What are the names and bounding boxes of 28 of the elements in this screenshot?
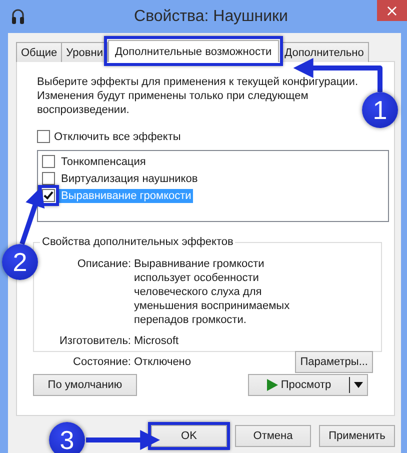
headphones-icon [11,8,25,26]
checkbox[interactable] [42,189,55,202]
checkbox[interactable] [42,172,55,185]
cancel-button[interactable]: Отмена [235,425,311,447]
settings-button[interactable]: Параметры... [295,351,373,373]
description-text: Выберите эффекты для применения к текущей конфигурации. Изменения будут применены только при следующем воспроизведении. [37,75,360,117]
tab[interactable]: Дополнительные возможности [108,40,279,62]
field-label: Изготовитель: [58,334,131,348]
checkbox[interactable] [42,155,55,168]
field-value: Отключено [134,355,192,369]
close-button[interactable]: × [377,0,407,21]
list-item[interactable]: Виртуализация наушников [59,172,200,186]
tab[interactable]: Общие [16,42,62,62]
group-title: Свойства дополнительных эффектов [40,236,236,249]
apply-button[interactable]: Применить [319,425,395,447]
field-label: Состояние: [72,355,131,369]
window-title: Свойства: Наушники [133,8,289,26]
field-value: Microsoft [134,334,180,348]
preview-split-button[interactable]: Просмотр [248,374,368,396]
checkbox[interactable] [37,130,50,143]
effects-list[interactable]: Тонкомпенсация Виртуализация наушников Выравнивание громкости [37,150,389,222]
default-button[interactable]: По умолчанию [33,374,137,396]
checkbox-label[interactable]: Отключить все эффекты [54,130,181,142]
dropdown-arrow-icon[interactable] [354,382,363,388]
field-value: Выравнивание громкости использует особенности человеческого слуха для уменьшения воспринимаемых перепадов громкости. [134,257,291,327]
list-item[interactable]: Тонкомпенсация [59,154,148,168]
play-icon [266,379,278,391]
field-label: Описание: [76,257,131,271]
